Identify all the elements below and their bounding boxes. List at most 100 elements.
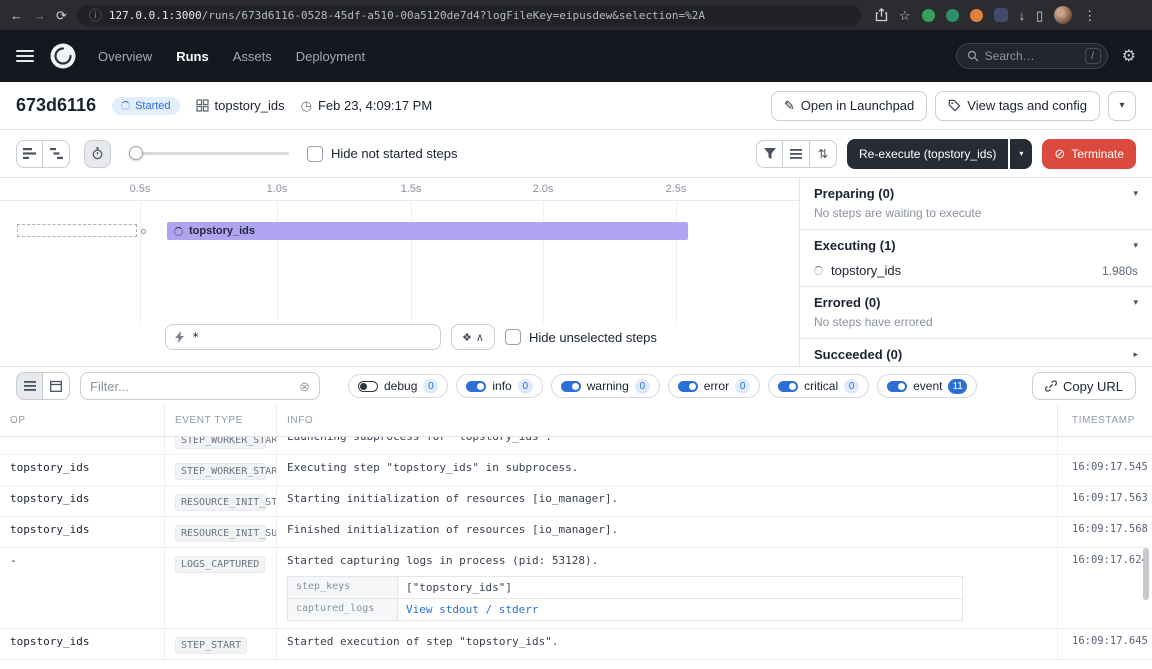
browser-menu-icon[interactable]: ⋮	[1083, 9, 1096, 22]
extension-icon[interactable]	[922, 9, 935, 22]
level-count-badge: 0	[518, 379, 533, 394]
toggle-icon[interactable]	[678, 381, 698, 392]
timed-view-button[interactable]	[84, 140, 111, 168]
gantt-step-bar[interactable]: topstory_ids	[167, 222, 688, 240]
site-info-icon[interactable]: ⓘ	[89, 9, 102, 22]
status-spinner-icon	[121, 101, 130, 110]
nav-item-overview[interactable]: Overview	[98, 49, 152, 64]
toggle-icon[interactable]	[358, 381, 378, 392]
level-chip-debug[interactable]: debug 0	[348, 374, 448, 398]
global-search-input[interactable]: Search… /	[956, 43, 1108, 69]
step-selector-input[interactable]: *	[165, 324, 441, 350]
section-header-succeeded[interactable]: Succeeded (0) ▸	[800, 339, 1152, 366]
section-header-executing[interactable]: Executing (1) ▾	[800, 230, 1152, 258]
back-icon[interactable]: ←	[10, 9, 23, 22]
event-type-chip: RESOURCE_INIT_SUCC...	[175, 525, 266, 542]
waterfall-view-button[interactable]	[43, 140, 70, 168]
level-chip-error[interactable]: error 0	[668, 374, 760, 398]
side-panel-icon[interactable]: ▯	[1036, 9, 1043, 22]
search-icon	[967, 50, 979, 62]
gridline	[676, 201, 677, 323]
sort-button[interactable]: ⇅	[810, 140, 837, 168]
metadata-row: captured_logs View stdout / stderr	[288, 598, 962, 620]
hide-not-started-checkbox[interactable]	[307, 146, 323, 162]
graph-options-button[interactable]: ❖ ∧	[451, 324, 495, 350]
section-header-preparing[interactable]: Preparing (0) ▾	[800, 178, 1152, 206]
toggle-icon[interactable]	[466, 381, 486, 392]
raw-view-button[interactable]	[43, 372, 70, 400]
gantt-bar-label: topstory_ids	[189, 225, 255, 237]
pencil-icon: ✎	[784, 98, 795, 114]
reexecute-button[interactable]: Re-execute (topstory_ids)	[847, 139, 1008, 169]
url-text: 127.0.0.1:3000/runs/673d6116-0528-45df-a…	[109, 9, 705, 22]
axis-tick-label: 1.0s	[267, 183, 288, 195]
log-scrollbar-thumb[interactable]	[1143, 548, 1149, 600]
nav-item-deployment[interactable]: Deployment	[296, 49, 365, 64]
log-metadata-table: step_keys ["topstory_ids"] captured_logs…	[287, 576, 963, 621]
clear-filter-icon[interactable]: ⊗	[299, 380, 310, 393]
toggle-icon[interactable]	[561, 381, 581, 392]
extension-icon[interactable]	[994, 8, 1008, 22]
hamburger-menu-icon[interactable]	[16, 50, 34, 62]
list-icon	[24, 381, 36, 391]
open-in-launchpad-button[interactable]: ✎ Open in Launchpad	[771, 91, 927, 121]
view-stdout-stderr-link[interactable]: View stdout / stderr	[406, 603, 538, 616]
gridline	[411, 201, 412, 323]
layers-icon: ❖	[462, 331, 472, 344]
errored-empty-text: No steps have errored	[800, 315, 1152, 339]
sort-icon: ⇅	[818, 147, 828, 161]
forward-icon[interactable]: →	[33, 9, 46, 22]
structured-view-button[interactable]	[16, 372, 43, 400]
log-row[interactable]: topstory_ids RESOURCE_INIT_SUCC... Finis…	[0, 517, 1152, 548]
filter-funnel-button[interactable]	[756, 140, 783, 168]
copy-url-button[interactable]: Copy URL	[1032, 372, 1136, 400]
level-chip-event[interactable]: event 11	[877, 374, 977, 398]
event-type-chip: RESOURCE_INIT_STAR...	[175, 494, 266, 511]
zoom-slider-knob[interactable]	[129, 146, 143, 160]
share-icon[interactable]	[875, 8, 888, 22]
log-row[interactable]: topstory_ids STEP_START Started executio…	[0, 629, 1152, 660]
zoom-slider[interactable]	[129, 152, 289, 155]
run-header-more-button[interactable]: ▾	[1108, 91, 1136, 121]
profile-avatar[interactable]	[1054, 6, 1072, 24]
reload-icon[interactable]: ⟳	[56, 9, 67, 22]
axis-tick-label: 1.5s	[401, 183, 422, 195]
extension-icon[interactable]	[970, 9, 983, 22]
nav-links: Overview Runs Assets Deployment	[98, 49, 365, 64]
dagster-logo[interactable]	[50, 43, 76, 69]
section-header-errored[interactable]: Errored (0) ▾	[800, 287, 1152, 315]
url-bar[interactable]: ⓘ 127.0.0.1:3000/runs/673d6116-0528-45df…	[77, 5, 861, 26]
toggle-icon[interactable]	[778, 381, 798, 392]
flat-view-button[interactable]	[16, 140, 43, 168]
level-chip-warning[interactable]: warning 0	[551, 374, 660, 398]
extension-icon[interactable]	[946, 9, 959, 22]
log-row[interactable]: STEP_WORKER_STARTI... Launching subproce…	[0, 437, 1152, 455]
reexecute-dropdown-button[interactable]: ▾	[1010, 139, 1032, 169]
step-spinner-icon	[814, 266, 823, 275]
nav-item-assets[interactable]: Assets	[233, 49, 272, 64]
log-row[interactable]: topstory_ids STEP_WORKER_STARTED Executi…	[0, 455, 1152, 486]
level-chip-info[interactable]: info 0	[456, 374, 542, 398]
bookmark-star-icon[interactable]: ☆	[899, 9, 911, 22]
nav-item-runs[interactable]: Runs	[176, 49, 209, 64]
chevron-down-icon: ▾	[1133, 297, 1138, 308]
job-name[interactable]: topstory_ids	[196, 98, 285, 113]
step-running-spinner-icon	[174, 227, 183, 236]
hide-unselected-checkbox[interactable]	[505, 329, 521, 345]
downloads-icon[interactable]: ↓	[1019, 9, 1026, 22]
view-tags-config-button[interactable]: View tags and config	[935, 91, 1100, 121]
log-row[interactable]: topstory_ids RESOURCE_INIT_STAR... Start…	[0, 486, 1152, 517]
level-chip-critical[interactable]: critical 0	[768, 374, 869, 398]
settings-gear-icon[interactable]: ⚙	[1122, 46, 1136, 66]
log-filter-input[interactable]: Filter... ⊗	[80, 372, 320, 400]
terminate-button[interactable]: ⊘ Terminate	[1042, 139, 1136, 169]
toggle-icon[interactable]	[887, 381, 907, 392]
executing-step-row[interactable]: topstory_ids 1.980s	[800, 258, 1152, 287]
funnel-icon	[764, 148, 776, 160]
rows-view-button[interactable]	[783, 140, 810, 168]
log-row[interactable]: - LOGS_CAPTURED Started capturing logs i…	[0, 548, 1152, 629]
table-icon	[50, 380, 62, 392]
column-header-timestamp: TIMESTAMP	[1058, 405, 1152, 436]
url-path: /runs/673d6116-0528-45df-a510-00a5120de7…	[202, 9, 705, 22]
metadata-row: step_keys ["topstory_ids"]	[288, 577, 962, 598]
